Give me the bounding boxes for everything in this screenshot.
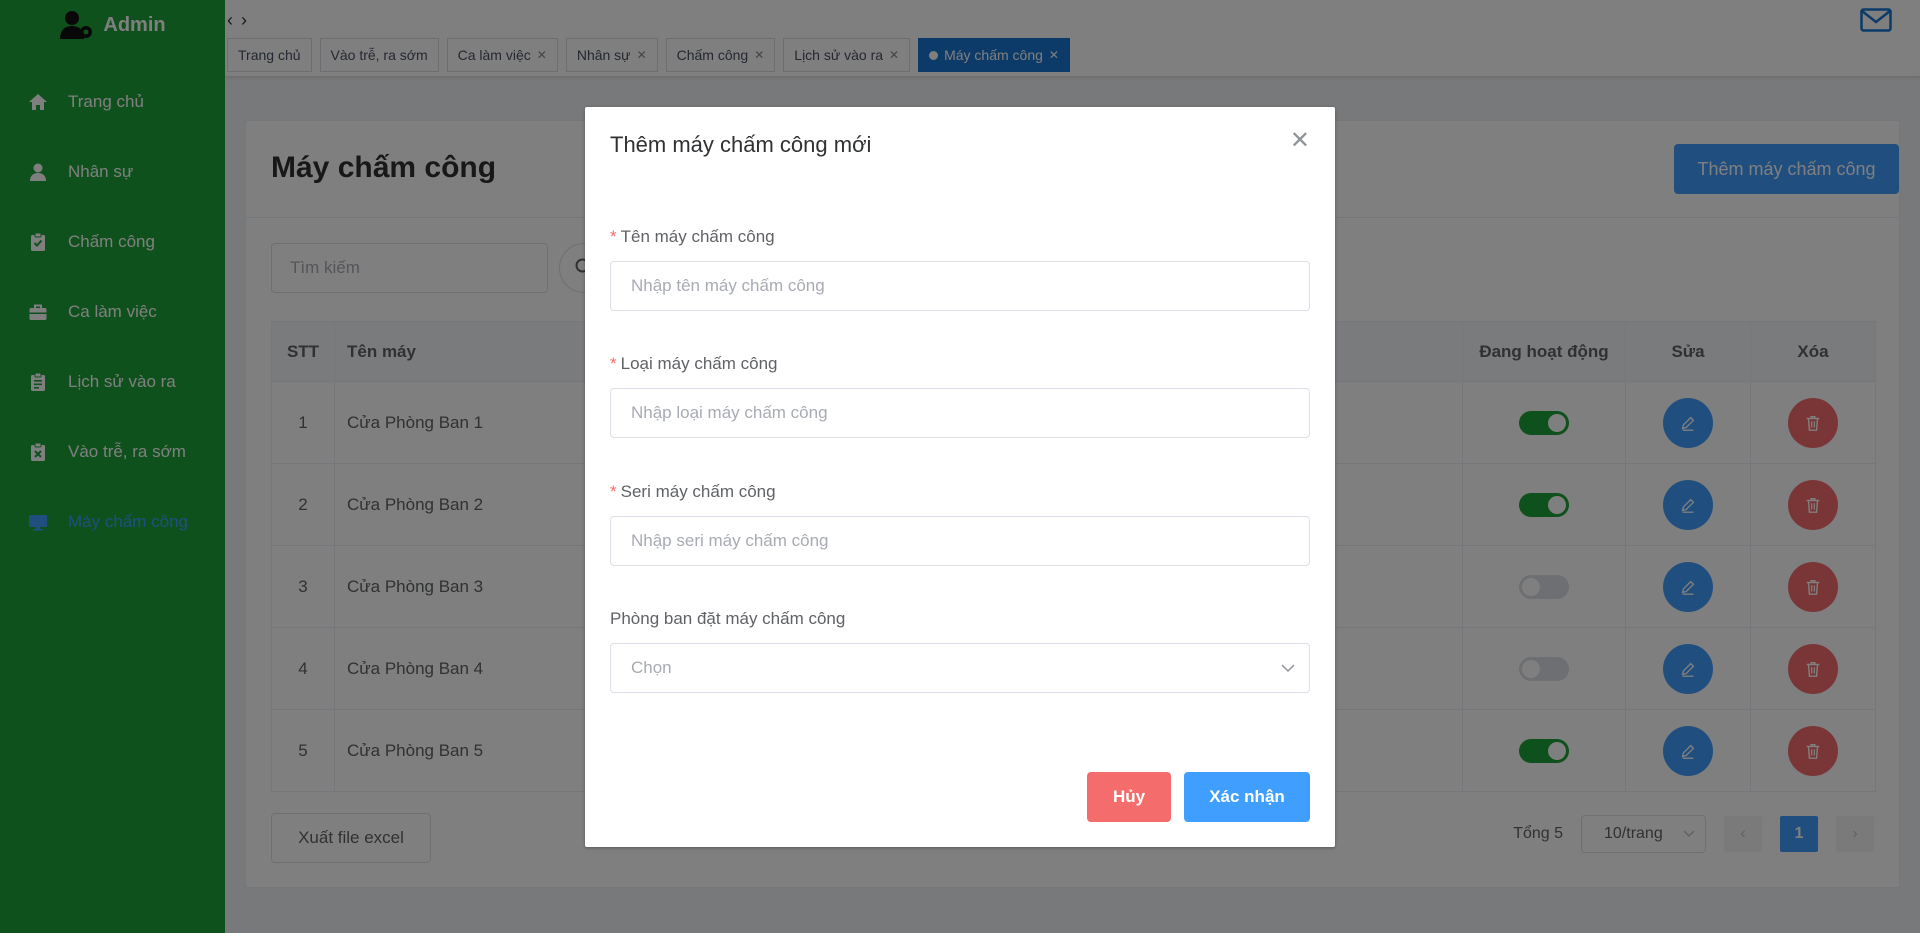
machine-serial-input[interactable] xyxy=(610,516,1310,566)
machine-type-input[interactable] xyxy=(610,388,1310,438)
department-label: Phòng ban đặt máy chấm công xyxy=(610,609,846,628)
machine-name-label: * Tên máy chấm công xyxy=(610,227,775,247)
machine-name-input[interactable] xyxy=(610,261,1310,311)
dialog-title: Thêm máy chấm công mới xyxy=(610,132,872,157)
required-mark: * xyxy=(610,354,617,373)
department-select[interactable]: Chọn xyxy=(610,643,1310,693)
department-select-placeholder: Chọn xyxy=(631,658,672,677)
confirm-button[interactable]: Xác nhận xyxy=(1184,772,1310,822)
close-icon[interactable]: ✕ xyxy=(1290,129,1310,153)
machine-type-label: * Loại máy chấm công xyxy=(610,354,778,374)
cancel-button[interactable]: Hủy xyxy=(1087,772,1171,822)
required-mark: * xyxy=(610,227,617,246)
add-machine-dialog: Thêm máy chấm công mới ✕ * Tên máy chấm c… xyxy=(585,107,1335,847)
required-mark: * xyxy=(610,482,617,501)
field-label-text: Seri máy chấm công xyxy=(620,482,776,501)
chevron-down-icon xyxy=(1281,664,1295,672)
machine-serial-label: * Seri máy chấm công xyxy=(610,482,776,502)
field-label-text: Tên máy chấm công xyxy=(620,227,775,246)
field-label-text: Loại máy chấm công xyxy=(620,354,778,373)
